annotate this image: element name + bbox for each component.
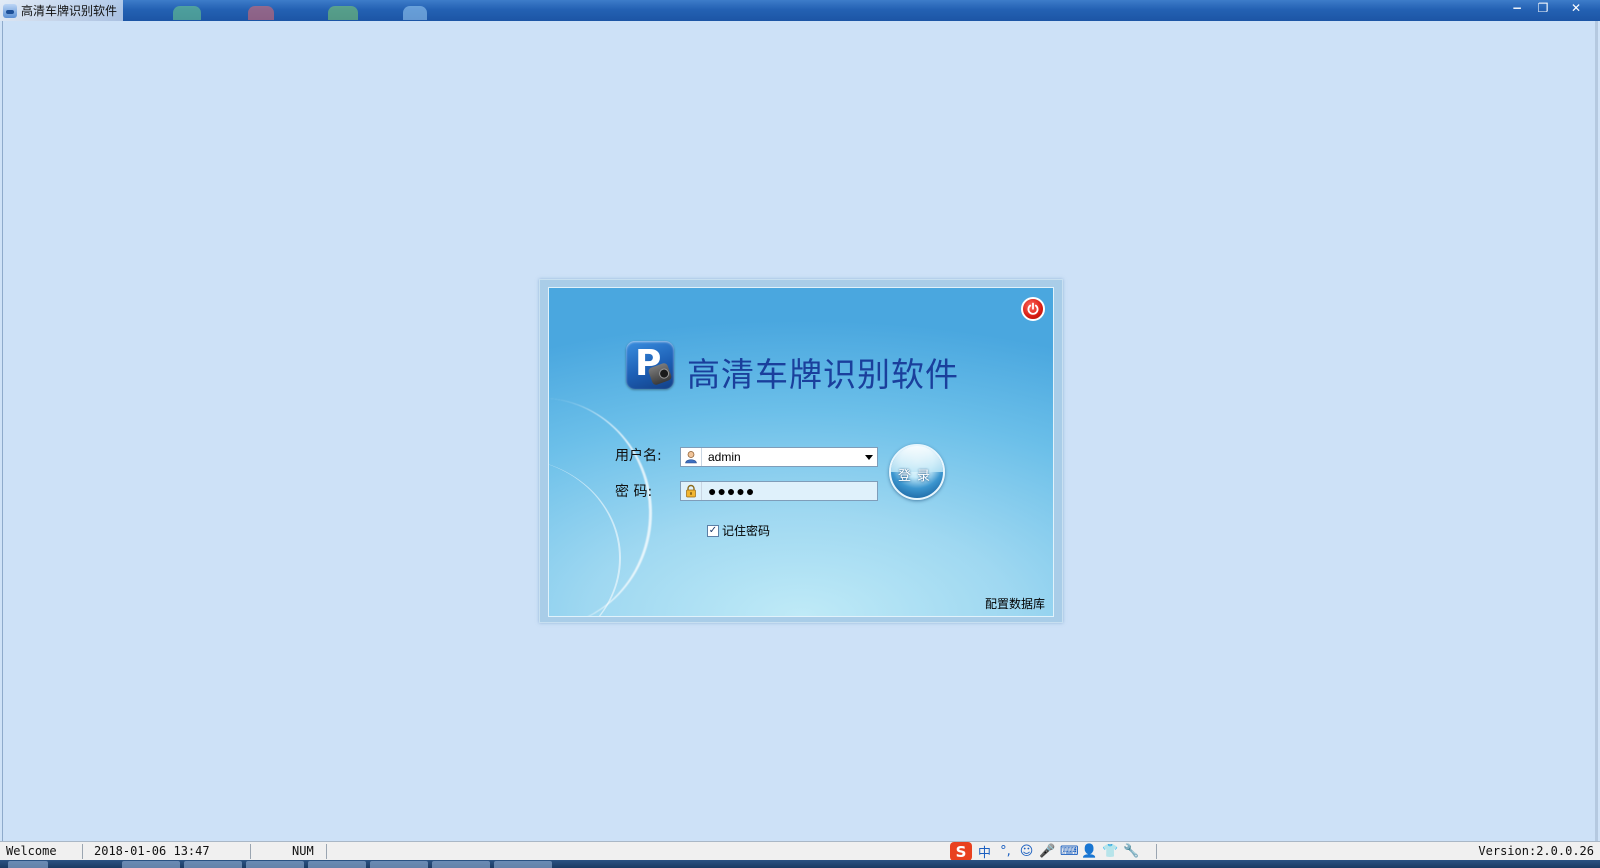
ime-punctuation-icon[interactable]: °, — [997, 844, 1014, 859]
taskbar-item[interactable] — [184, 861, 242, 868]
username-combobox[interactable]: admin — [680, 447, 878, 467]
status-datetime: 2018-01-06 13:47 — [94, 844, 210, 858]
minimize-button[interactable]: − — [1504, 0, 1530, 16]
login-button-label: 登录 — [897, 468, 936, 484]
password-label: 密 码: — [615, 484, 653, 500]
title-area: 高清车牌识别软件 — [0, 0, 124, 21]
sogou-logo-icon[interactable]: S — [950, 842, 972, 861]
app-car-icon — [3, 3, 17, 18]
login-dialog: P 高清车牌识别软件 用户名: admin 密 码: ●●●●● 登录 ✓ 记住… — [539, 279, 1063, 623]
ime-skin-icon[interactable]: 👕 — [1102, 844, 1119, 859]
taskbar-item[interactable] — [432, 861, 490, 868]
password-field[interactable]: ●●●●● — [680, 481, 878, 501]
taskbar-item[interactable] — [246, 861, 304, 868]
ime-tools-icon[interactable]: 🔧 — [1123, 844, 1140, 859]
window-controls: − ❐ ✕ — [1504, 0, 1596, 18]
username-label: 用户名: — [615, 448, 662, 464]
titlebar-background — [123, 0, 1504, 21]
power-exit-button[interactable] — [1021, 297, 1045, 321]
status-num: NUM — [292, 844, 314, 858]
taskbar — [0, 860, 1600, 868]
username-value: admin — [708, 450, 741, 464]
right-border — [1595, 21, 1598, 841]
status-bar: Welcome 2018-01-06 13:47 NUM S 中 °, ☺ 🎤 … — [0, 841, 1600, 861]
ime-user-icon[interactable]: 👤 — [1081, 844, 1098, 859]
taskbar-item[interactable] — [122, 861, 180, 868]
login-button[interactable]: 登录 — [889, 444, 945, 500]
remember-password[interactable]: ✓ 记住密码 — [707, 522, 770, 539]
user-icon — [681, 448, 702, 466]
window-titlebar: 高清车牌识别软件 − ❐ ✕ — [0, 0, 1600, 21]
chevron-down-icon[interactable] — [861, 448, 877, 466]
power-icon — [1027, 302, 1039, 315]
ime-voice-icon[interactable]: 🎤 — [1039, 844, 1056, 859]
taskbar-item[interactable] — [308, 861, 366, 868]
taskbar-item[interactable] — [494, 861, 552, 868]
close-button[interactable]: ✕ — [1556, 0, 1596, 16]
ime-chinese-mode-icon[interactable]: 中 — [976, 842, 993, 861]
taskbar-start-button[interactable] — [8, 861, 48, 868]
password-value: ●●●●● — [708, 483, 756, 499]
lock-icon — [681, 482, 702, 500]
configure-database-link[interactable]: 配置数据库 — [985, 595, 1045, 612]
ime-emoji-icon[interactable]: ☺ — [1018, 844, 1035, 859]
ime-toolbar: S 中 °, ☺ 🎤 ⌨ 👤 👕 🔧 — [950, 842, 1140, 861]
window-title: 高清车牌识别软件 — [21, 4, 118, 18]
remember-label: 记住密码 — [722, 524, 771, 538]
taskbar-item[interactable] — [370, 861, 428, 868]
status-version: Version:2.0.0.26 — [1478, 844, 1594, 858]
status-welcome: Welcome — [6, 844, 57, 858]
remember-checkbox[interactable]: ✓ — [707, 524, 719, 537]
app-title: 高清车牌识别软件 — [687, 355, 959, 394]
login-panel: P 高清车牌识别软件 用户名: admin 密 码: ●●●●● 登录 ✓ 记住… — [548, 287, 1054, 617]
app-logo: P — [626, 341, 674, 389]
restore-button[interactable]: ❐ — [1530, 0, 1556, 16]
ime-keyboard-icon[interactable]: ⌨ — [1060, 844, 1079, 859]
